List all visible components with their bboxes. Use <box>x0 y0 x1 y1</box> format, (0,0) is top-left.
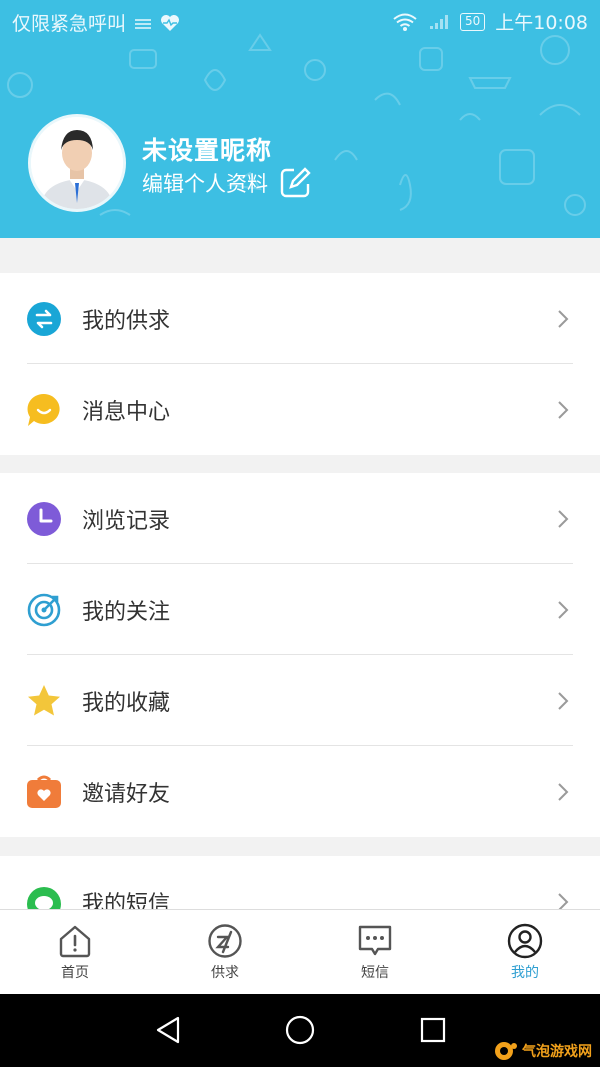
chevron-right-icon <box>558 509 569 528</box>
tab-label: 首页 <box>61 965 89 981</box>
watermark-text: 气泡游戏网 <box>522 1044 592 1060</box>
swap-icon <box>27 301 61 336</box>
menu-item-messages[interactable]: 消息中心 <box>0 364 600 455</box>
tab-label: 供求 <box>211 965 239 981</box>
menu-group-tertiary: 我的短信 <box>0 856 600 909</box>
menu-label: 邀请好友 <box>82 781 171 807</box>
profile-header: 仅限紧急呼叫 50 上午10:08 未设置昵称 编辑个人资料 <box>0 0 600 238</box>
tab-label: 我的 <box>511 965 539 981</box>
menu-label: 我的短信 <box>82 892 171 909</box>
menu-label: 我的收藏 <box>82 690 171 716</box>
menu-item-following[interactable]: 我的关注 <box>0 564 600 655</box>
profile-icon <box>507 923 543 959</box>
sim-icon <box>135 18 152 29</box>
bottom-tab-bar: 首页 供求 短信 我的 <box>0 909 600 994</box>
chevron-right-icon <box>558 400 569 419</box>
chevron-right-icon <box>558 691 569 710</box>
menu-label: 消息中心 <box>82 399 171 425</box>
edit-profile-link[interactable]: 编辑个人资料 <box>142 166 312 200</box>
home-button-icon[interactable] <box>282 1012 318 1048</box>
chevron-right-icon <box>558 782 569 801</box>
recents-icon[interactable] <box>415 1012 451 1048</box>
menu-label: 我的关注 <box>82 599 171 625</box>
bubble-logo-icon <box>495 1042 517 1060</box>
message-icon <box>27 887 61 909</box>
edit-profile-label: 编辑个人资料 <box>142 172 268 196</box>
status-bar: 仅限紧急呼叫 50 上午10:08 <box>0 0 600 40</box>
tab-supply[interactable]: 供求 <box>150 910 300 994</box>
menu-item-favorites[interactable]: 我的收藏 <box>0 655 600 746</box>
battery-level: 50 <box>459 12 486 31</box>
star-icon <box>28 684 60 715</box>
menu-label: 浏览记录 <box>82 508 171 534</box>
menu-item-sms[interactable]: 我的短信 <box>0 856 600 909</box>
menu-label: 我的供求 <box>82 308 171 334</box>
gift-icon <box>27 775 61 808</box>
menu-item-history[interactable]: 浏览记录 <box>0 473 600 564</box>
sms-icon <box>358 925 392 956</box>
clock-icon <box>27 501 61 536</box>
signal-icon <box>429 14 448 29</box>
tab-sms[interactable]: 短信 <box>300 910 450 994</box>
home-icon <box>59 925 91 958</box>
chat-bubble-icon <box>27 393 60 426</box>
chevron-right-icon <box>558 893 569 909</box>
menu-group-primary: 我的供求 消息中心 <box>0 273 600 455</box>
chevron-right-icon <box>558 309 569 328</box>
heart-pulse-icon <box>161 14 180 31</box>
tab-profile[interactable]: 我的 <box>450 910 600 994</box>
wifi-icon <box>393 13 417 31</box>
menu-item-supply[interactable]: 我的供求 <box>0 273 600 364</box>
edit-icon <box>280 167 311 198</box>
menu-group-secondary: 浏览记录 我的关注 我的收藏 邀请好友 <box>0 473 600 837</box>
carrier-text: 仅限紧急呼叫 <box>12 13 127 35</box>
person-avatar-icon <box>31 117 123 209</box>
tab-home[interactable]: 首页 <box>0 910 150 994</box>
chevron-right-icon <box>558 600 569 619</box>
back-icon[interactable] <box>150 1012 186 1048</box>
tab-label: 短信 <box>361 965 389 981</box>
menu-item-invite[interactable]: 邀请好友 <box>0 746 600 837</box>
supply-icon <box>208 924 242 958</box>
nickname[interactable]: 未设置昵称 <box>142 131 272 167</box>
status-time: 上午10:08 <box>495 12 588 34</box>
watermark: 气泡游戏网 <box>494 1040 592 1062</box>
avatar[interactable] <box>28 114 126 212</box>
target-icon <box>27 593 61 626</box>
